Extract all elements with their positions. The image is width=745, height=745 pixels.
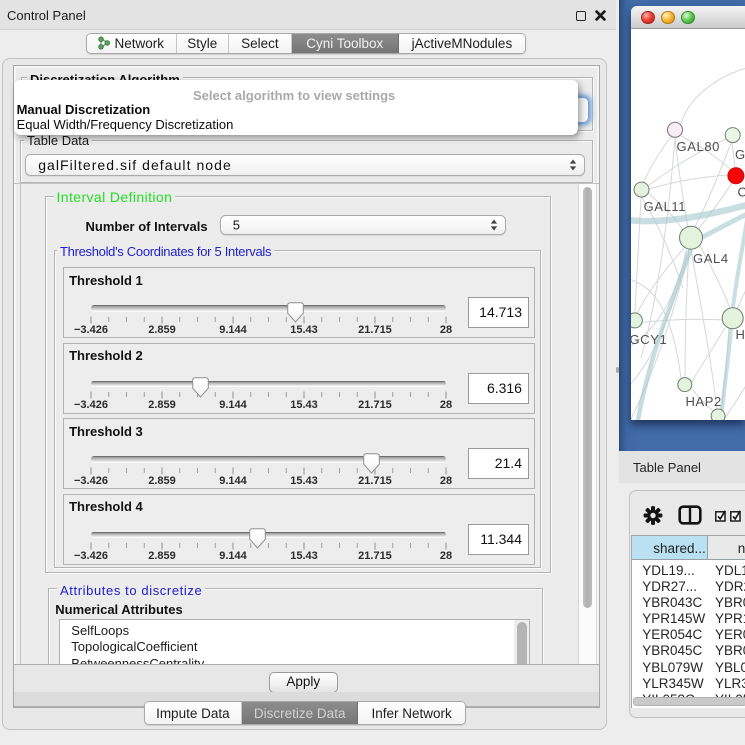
svg-text:GAL4: GAL4 xyxy=(693,251,729,266)
svg-text:GAL2: GAL2 xyxy=(735,147,745,162)
svg-text:CYC: CYC xyxy=(738,184,745,199)
svg-text:GAL80: GAL80 xyxy=(677,138,720,153)
svg-text:HAP2: HAP2 xyxy=(686,394,722,409)
svg-text:HIS: HIS xyxy=(736,327,745,342)
svg-text:GAL11: GAL11 xyxy=(644,199,687,214)
svg-text:GCY1: GCY1 xyxy=(631,332,667,347)
